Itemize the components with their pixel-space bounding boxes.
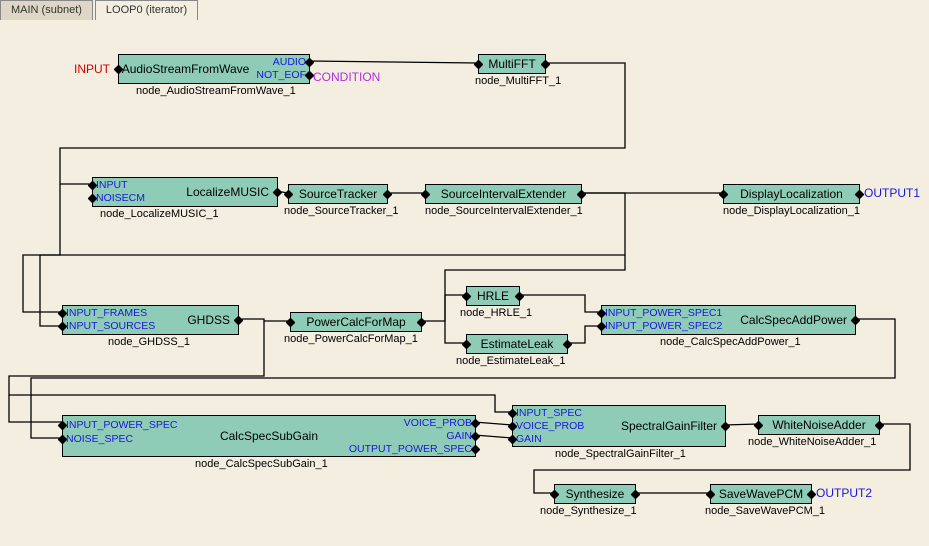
inst-csap: node_CalcSpecAddPower_1 bbox=[660, 336, 801, 348]
inst-sie: node_SourceIntervalExtender_1 bbox=[425, 205, 583, 217]
tag-output2: OUTPUT2 bbox=[816, 486, 872, 500]
tag-output1: OUTPUT1 bbox=[864, 186, 920, 200]
node-title: SourceIntervalExtender bbox=[441, 187, 566, 201]
inst-loc: node_LocalizeMUSIC_1 bbox=[100, 208, 219, 220]
node-title: SpectralGainFilter bbox=[621, 419, 717, 433]
port-inputpowerspec1: INPUT_POWER_SPEC1 bbox=[605, 307, 722, 319]
node-title: MultiFFT bbox=[488, 57, 535, 71]
inst-disp: node_DisplayLocalization_1 bbox=[723, 205, 860, 217]
node-title: WhiteNoiseAdder bbox=[772, 418, 865, 432]
port-outputpowerspec: OUTPUT_POWER_SPEC bbox=[349, 443, 472, 455]
node-calcspecaddpower[interactable]: INPUT_POWER_SPEC1 INPUT_POWER_SPEC2 Calc… bbox=[601, 305, 856, 335]
port-gain: GAIN bbox=[516, 433, 542, 445]
tab-loop0[interactable]: LOOP0 (iterator) bbox=[95, 0, 198, 20]
port-inputsources: INPUT_SOURCES bbox=[66, 320, 155, 332]
inst-audio: node_AudioStreamFromWave_1 bbox=[136, 85, 296, 97]
node-synthesize[interactable]: Synthesize bbox=[554, 484, 636, 504]
port-audio: AUDIO bbox=[273, 56, 306, 68]
node-whitenoiseadder[interactable]: WhiteNoiseAdder bbox=[758, 415, 880, 435]
inst-ghdss: node_GHDSS_1 bbox=[108, 336, 190, 348]
node-title: Synthesize bbox=[566, 487, 625, 501]
node-title: GHDSS bbox=[187, 313, 230, 327]
inst-swp: node_SaveWavePCM_1 bbox=[705, 505, 825, 517]
node-powercalcformap[interactable]: PowerCalcForMap bbox=[290, 312, 422, 332]
tag-input: INPUT bbox=[74, 62, 110, 76]
inst-wna: node_WhiteNoiseAdder_1 bbox=[748, 436, 876, 448]
node-title: DisplayLocalization bbox=[740, 187, 843, 201]
inst-trk: node_SourceTracker_1 bbox=[284, 205, 399, 217]
port-inputframes: INPUT_FRAMES bbox=[66, 307, 147, 319]
node-title: SourceTracker bbox=[299, 187, 377, 201]
node-title: LocalizeMUSIC bbox=[186, 185, 269, 199]
port-inputpowerspec: INPUT_POWER_SPEC bbox=[66, 419, 177, 431]
port-inputpowerspec2: INPUT_POWER_SPEC2 bbox=[605, 320, 722, 332]
node-spectralgainfilter[interactable]: INPUT_SPEC VOICE_PROB GAIN SpectralGainF… bbox=[512, 405, 726, 447]
port-noisespec: NOISE_SPEC bbox=[66, 433, 133, 445]
inst-syn: node_Synthesize_1 bbox=[540, 505, 637, 517]
node-title: HRLE bbox=[477, 289, 509, 303]
port-inputspec: INPUT_SPEC bbox=[516, 407, 582, 419]
port-noteof: NOT_EOF bbox=[256, 69, 306, 81]
port-voiceprob: VOICE_PROB bbox=[404, 417, 472, 429]
node-calcspecsubgain[interactable]: INPUT_POWER_SPEC NOISE_SPEC CalcSpecSubG… bbox=[62, 415, 476, 457]
tab-bar: MAIN (subnet) LOOP0 (iterator) bbox=[0, 0, 200, 20]
node-ghdss[interactable]: INPUT_FRAMES INPUT_SOURCES GHDSS bbox=[62, 305, 239, 335]
node-title: AudioStreamFromWave bbox=[122, 62, 250, 76]
inst-cssg: node_CalcSpecSubGain_1 bbox=[195, 458, 328, 470]
tag-condition: CONDITION bbox=[313, 70, 380, 84]
node-title: EstimateLeak bbox=[481, 337, 554, 351]
inst-sgf: node_SpectralGainFilter_1 bbox=[555, 448, 686, 460]
port-voiceprob: VOICE_PROB bbox=[516, 420, 584, 432]
node-title: CalcSpecSubGain bbox=[220, 429, 318, 443]
node-localizemusic[interactable]: INPUT NOISECM LocalizeMUSIC bbox=[92, 177, 278, 207]
node-savewavepcm[interactable]: SaveWavePCM bbox=[710, 484, 812, 504]
inst-eleak: node_EstimateLeak_1 bbox=[456, 355, 565, 367]
node-sourcetracker[interactable]: SourceTracker bbox=[288, 184, 388, 204]
tab-main[interactable]: MAIN (subnet) bbox=[0, 0, 93, 20]
node-displaylocalization[interactable]: DisplayLocalization bbox=[723, 184, 860, 204]
node-multifft[interactable]: MultiFFT bbox=[478, 54, 546, 74]
inst-hrle: node_HRLE_1 bbox=[460, 307, 532, 319]
node-title: SaveWavePCM bbox=[719, 487, 803, 501]
node-title: PowerCalcForMap bbox=[306, 315, 405, 329]
node-estimateleak[interactable]: EstimateLeak bbox=[466, 334, 568, 354]
node-title: CalcSpecAddPower bbox=[740, 313, 847, 327]
port-noisecm: NOISECM bbox=[96, 192, 145, 204]
node-hrle[interactable]: HRLE bbox=[466, 286, 520, 306]
node-sourceintervalextender[interactable]: SourceIntervalExtender bbox=[425, 184, 582, 204]
port-gain: GAIN bbox=[446, 430, 472, 442]
port-input: INPUT bbox=[96, 179, 128, 191]
inst-pmap: node_PowerCalcForMap_1 bbox=[284, 333, 418, 345]
inst-mfft: node_MultiFFT_1 bbox=[475, 75, 561, 87]
node-audiostreamfromwave[interactable]: AudioStreamFromWave AUDIO NOT_EOF bbox=[118, 54, 310, 84]
